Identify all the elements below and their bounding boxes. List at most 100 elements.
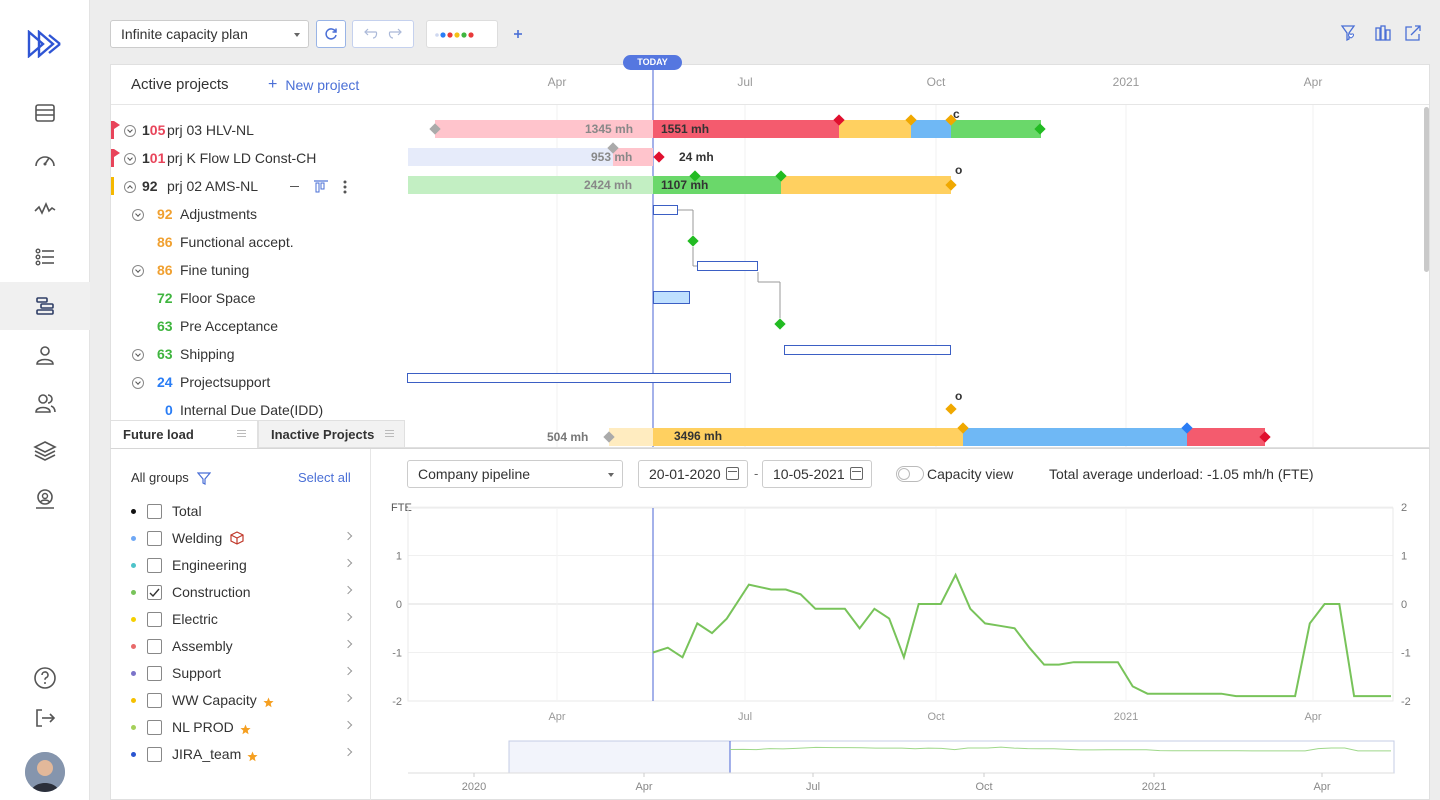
group-row[interactable]: Engineering: [131, 554, 353, 576]
filter-columns-icon[interactable]: [313, 179, 329, 193]
phase-bar[interactable]: [839, 120, 911, 138]
expand-toggle-icon[interactable]: [124, 153, 136, 165]
range-navigator-window[interactable]: [729, 740, 1395, 774]
gantt-scrollbar[interactable]: [1424, 107, 1429, 272]
avatar[interactable]: [25, 752, 65, 792]
chevron-right-icon[interactable]: [343, 720, 353, 730]
drag-handle-icon[interactable]: [385, 430, 394, 437]
task-bar-adjustments[interactable]: [653, 205, 678, 215]
project-bar-past[interactable]: [609, 428, 653, 446]
project-bar-current[interactable]: 1107 mh: [653, 176, 781, 194]
group-checkbox[interactable]: [147, 611, 162, 627]
collapse-icon[interactable]: [290, 186, 299, 187]
gantt-row[interactable]: 92 prj 02 AMS-NL: [111, 176, 411, 198]
gantt-row[interactable]: 105 prj 03 HLV-NL: [111, 120, 411, 142]
add-view-button[interactable]: [510, 24, 526, 44]
group-checkbox[interactable]: [147, 719, 162, 735]
nav-dashboard-icon[interactable]: [0, 138, 90, 184]
drag-handle-icon[interactable]: [237, 430, 246, 437]
group-row[interactable]: NL PROD: [131, 716, 353, 738]
chevron-right-icon[interactable]: [343, 747, 353, 757]
task-bar-fine-tuning[interactable]: [697, 261, 758, 271]
nav-table-icon[interactable]: [0, 90, 90, 136]
date-from-input[interactable]: 20-01-2020: [638, 460, 748, 488]
gantt-row[interactable]: 63 Pre Acceptance: [111, 316, 411, 338]
refresh-button[interactable]: [316, 20, 346, 48]
gantt-row[interactable]: 86 Fine tuning: [111, 260, 411, 282]
gantt-row[interactable]: 72 Floor Space: [111, 288, 411, 310]
calendar-icon[interactable]: [850, 467, 863, 480]
color-filter-button[interactable]: [426, 20, 498, 48]
phase-bar[interactable]: [951, 120, 1041, 138]
phase-bar[interactable]: [1187, 428, 1265, 446]
chevron-right-icon[interactable]: [343, 585, 353, 595]
expand-toggle-icon[interactable]: [124, 181, 136, 193]
tab-future-load[interactable]: Future load: [110, 420, 258, 448]
group-row[interactable]: Welding: [131, 527, 353, 549]
capacity-view-toggle[interactable]: [896, 466, 924, 482]
group-checkbox[interactable]: [147, 638, 162, 654]
chevron-right-icon[interactable]: [343, 612, 353, 622]
expand-toggle-icon[interactable]: [132, 349, 144, 361]
group-checkbox[interactable]: [147, 584, 162, 600]
plan-select[interactable]: Infinite capacity plan: [110, 20, 309, 48]
group-checkbox[interactable]: [147, 530, 162, 546]
group-checkbox[interactable]: [147, 503, 162, 519]
gantt-row[interactable]: 101 prj K Flow LD Const-CH: [111, 148, 411, 170]
app-logo[interactable]: [27, 29, 63, 59]
nav-activity-icon[interactable]: [0, 186, 90, 232]
group-row[interactable]: JIRA_team: [131, 743, 353, 765]
phase-bar[interactable]: [911, 120, 951, 138]
expand-toggle-icon[interactable]: [132, 209, 144, 221]
phase-bar[interactable]: [781, 176, 951, 194]
color-dot: [447, 32, 453, 38]
nav-list-icon[interactable]: [0, 234, 90, 280]
nav-user-icon[interactable]: [0, 332, 90, 378]
nav-gantt-icon[interactable]: [0, 282, 90, 330]
nav-search-users-icon[interactable]: [0, 476, 90, 522]
chevron-right-icon[interactable]: [343, 639, 353, 649]
group-row[interactable]: Support: [131, 662, 353, 684]
redo-icon[interactable]: [388, 28, 404, 40]
project-bar-current[interactable]: 1551 mh: [653, 120, 839, 138]
phase-bar[interactable]: [963, 428, 1187, 446]
filter-heart-icon[interactable]: [1340, 24, 1356, 42]
undo-icon[interactable]: [362, 28, 378, 40]
task-bar-floor-space[interactable]: [653, 291, 690, 304]
group-row[interactable]: Assembly: [131, 635, 353, 657]
group-checkbox[interactable]: [147, 692, 162, 708]
gantt-row[interactable]: 63 Shipping: [111, 344, 411, 366]
expand-toggle-icon[interactable]: [124, 125, 136, 137]
logout-icon[interactable]: [0, 695, 90, 741]
gantt-row[interactable]: 24 Projectsupport: [111, 372, 411, 394]
nav-layers-icon[interactable]: [0, 428, 90, 474]
chevron-right-icon[interactable]: [343, 531, 353, 541]
group-checkbox[interactable]: [147, 746, 162, 762]
chevron-right-icon[interactable]: [343, 558, 353, 568]
group-checkbox[interactable]: [147, 665, 162, 681]
task-bar-projectsupport[interactable]: [407, 373, 731, 383]
expand-toggle-icon[interactable]: [132, 265, 144, 277]
task-bar-shipping[interactable]: [784, 345, 951, 355]
export-icon[interactable]: [1404, 24, 1422, 42]
pipeline-select[interactable]: Company pipeline: [407, 460, 623, 488]
group-checkbox[interactable]: [147, 557, 162, 573]
tab-inactive-projects[interactable]: Inactive Projects: [258, 420, 405, 448]
chevron-right-icon[interactable]: [343, 693, 353, 703]
chevron-right-icon[interactable]: [343, 666, 353, 676]
gantt-row[interactable]: 0 Internal Due Date(IDD): [111, 400, 411, 422]
expand-toggle-icon[interactable]: [132, 377, 144, 389]
more-menu-icon[interactable]: [343, 179, 347, 195]
calendar-icon[interactable]: [726, 467, 739, 480]
filter-icon[interactable]: [196, 471, 211, 485]
group-row[interactable]: Total: [131, 500, 351, 522]
date-to-input[interactable]: 10-05-2021: [762, 460, 872, 488]
columns-icon[interactable]: [1375, 24, 1391, 42]
select-all-link[interactable]: Select all: [298, 470, 351, 485]
group-row[interactable]: WW Capacity: [131, 689, 353, 711]
gantt-row[interactable]: 92 Adjustments: [111, 204, 411, 226]
nav-users-icon[interactable]: [0, 380, 90, 426]
group-row[interactable]: Electric: [131, 608, 353, 630]
gantt-row[interactable]: 86 Functional accept.: [111, 232, 411, 254]
group-row[interactable]: Construction: [131, 581, 353, 603]
